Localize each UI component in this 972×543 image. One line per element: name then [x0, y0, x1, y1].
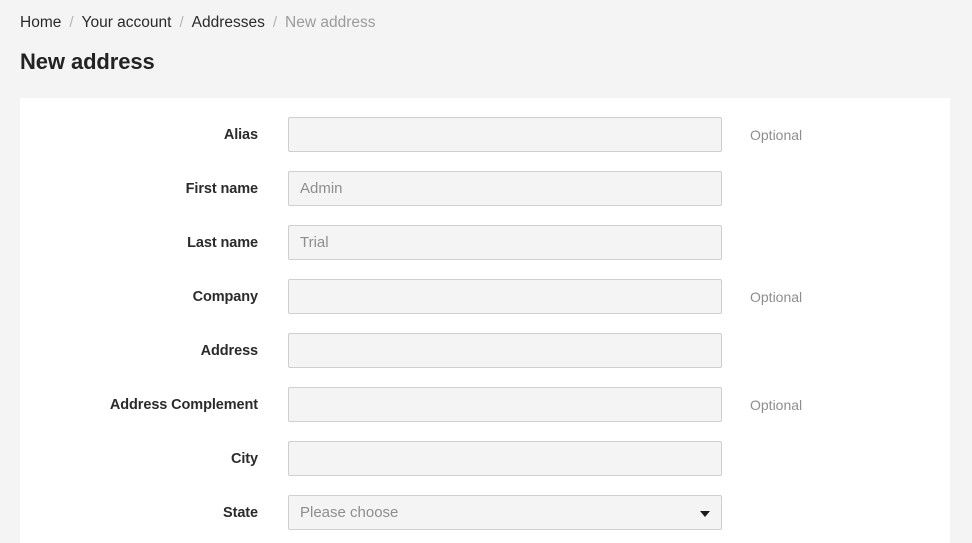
form-row-alias: Alias Optional: [20, 117, 950, 171]
control-address: [288, 333, 722, 368]
control-alias: [288, 117, 722, 152]
control-city: [288, 441, 722, 476]
form-row-first-name: First nameOptional: [20, 171, 950, 225]
breadcrumb-item-your-account[interactable]: Your account: [82, 12, 172, 34]
alias-input[interactable]: [288, 117, 722, 152]
control-address-complement: [288, 387, 722, 422]
form-row-state: StatePlease chooseOptional: [20, 495, 950, 543]
optional-note-alias: Optional: [750, 127, 803, 143]
select-wrap-state: Please choose: [288, 495, 722, 530]
breadcrumb-item-home[interactable]: Home: [20, 12, 61, 34]
page-title: New address: [20, 49, 155, 74]
last-name-input[interactable]: [288, 225, 722, 260]
label-state: State: [223, 505, 258, 521]
first-name-input[interactable]: [288, 171, 722, 206]
control-state: Please choose: [288, 495, 722, 530]
label-city: City: [231, 451, 258, 467]
label-last-name: Last name: [187, 235, 258, 251]
new-address-form: AliasOptionalFirst nameOptionalLast name…: [20, 117, 950, 543]
optional-note-address-complement: Optional: [750, 397, 803, 413]
label-first-name: First name: [185, 181, 258, 197]
address-complement-input[interactable]: [288, 387, 722, 422]
control-first-name: [288, 171, 722, 206]
breadcrumb-separator: /: [272, 14, 278, 31]
form-row-address: AddressOptional: [20, 333, 950, 387]
form-row-city: CityOptional: [20, 441, 950, 495]
form-row-last-name: Last nameOptional: [20, 225, 950, 279]
company-input[interactable]: [288, 279, 722, 314]
breadcrumb-separator: /: [179, 14, 184, 31]
address-input[interactable]: [288, 333, 722, 368]
address-form-card: AliasOptionalFirst nameOptionalLast name…: [20, 98, 950, 543]
new-address-page: Home / Your account / Addresses / New address …: [0, 0, 972, 543]
breadcrumb-item-addresses[interactable]: Addresses: [192, 12, 265, 34]
label-alias: Alias: [223, 127, 258, 143]
form-row-address-complement: Address Complement Optional: [20, 387, 950, 441]
label-address-complement: Address Complement: [109, 397, 258, 413]
breadcrumb: Home / Your account / Addresses / New address: [20, 12, 376, 34]
control-last-name: [288, 225, 722, 260]
form-row-company: Company Optional: [20, 279, 950, 333]
city-input[interactable]: [288, 441, 722, 476]
breadcrumb-item-new-address: New address: [285, 14, 376, 31]
label-company: Company: [192, 289, 258, 305]
optional-note-company: Optional: [750, 289, 803, 305]
breadcrumb-separator: /: [69, 14, 74, 31]
state-select[interactable]: Please choose: [288, 495, 722, 530]
control-company: [288, 279, 722, 314]
label-address: Address: [200, 343, 258, 359]
